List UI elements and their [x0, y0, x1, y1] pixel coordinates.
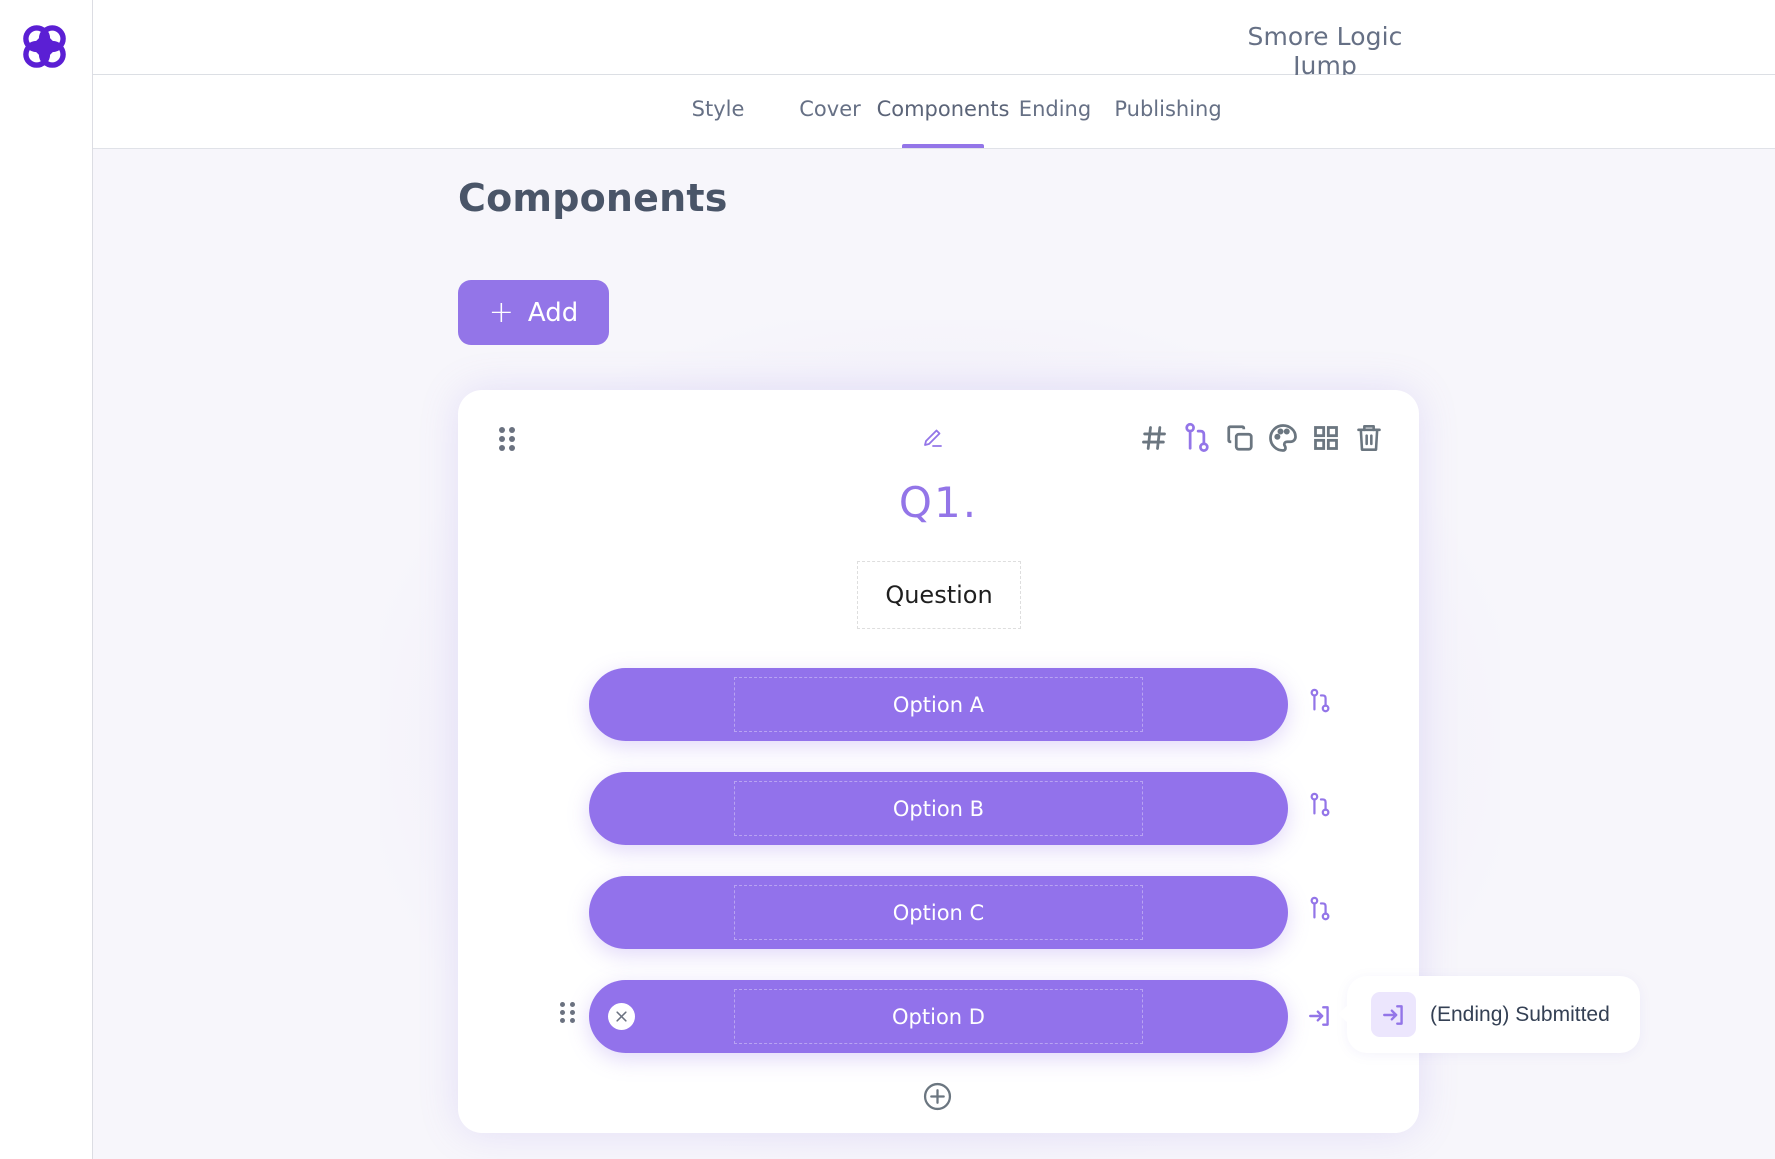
tab-style[interactable]: Style [692, 97, 745, 121]
option-label[interactable]: Option D [734, 989, 1143, 1044]
active-tab-indicator [902, 144, 984, 148]
duplicate-icon[interactable] [1224, 420, 1255, 456]
option-a[interactable]: Option A [589, 668, 1288, 741]
logic-jump-tooltip: (Ending) Submitted [1338, 976, 1640, 1053]
tab-publishing[interactable]: Publishing [1114, 97, 1221, 121]
logic-jump-icon[interactable] [1181, 420, 1212, 456]
option-label[interactable]: Option A [734, 677, 1143, 732]
tab-components[interactable]: Components [877, 97, 1010, 121]
option-label[interactable]: Option C [734, 885, 1143, 940]
jump-to-ending-icon [1382, 1004, 1403, 1025]
tab-cover[interactable]: Cover [799, 97, 861, 121]
tooltip-text: (Ending) Submitted [1430, 1002, 1610, 1026]
sidebar [0, 0, 93, 1159]
question-card: Q1. Question Option A Option B Option C … [458, 390, 1419, 1133]
card-toolbar [1138, 420, 1384, 456]
app-title: Smore Logic Jump [1247, 22, 1403, 80]
question-number: Q1. [898, 478, 979, 527]
layout-grid-icon[interactable] [1310, 420, 1341, 456]
option-label[interactable]: Option B [734, 781, 1143, 836]
palette-icon[interactable] [1267, 420, 1298, 456]
edit-pencil-icon[interactable] [921, 426, 945, 450]
option-c[interactable]: Option C [589, 876, 1288, 949]
option-b[interactable]: Option B [589, 772, 1288, 845]
remove-option-button[interactable] [608, 1003, 635, 1030]
number-icon[interactable] [1138, 420, 1169, 456]
trash-icon[interactable] [1353, 420, 1384, 456]
question-text-field[interactable]: Question [857, 561, 1021, 629]
tab-bar: Style Cover Components Ending Publishing [93, 75, 1775, 149]
close-icon [616, 1011, 627, 1022]
logic-jump-icon[interactable] [1307, 688, 1333, 714]
jump-to-ending-icon[interactable] [1307, 1003, 1333, 1029]
logic-jump-icon[interactable] [1307, 792, 1333, 818]
add-option-icon[interactable] [923, 1082, 952, 1111]
option-d[interactable]: Option D [589, 980, 1288, 1053]
top-bar: Smore Logic Jump [93, 0, 1775, 80]
tab-ending[interactable]: Ending [1019, 97, 1091, 121]
card-drag-handle-icon[interactable] [499, 427, 515, 451]
option-drag-handle-icon[interactable] [560, 1002, 576, 1023]
smore-logo-icon[interactable] [21, 23, 68, 70]
page-title: Components [458, 176, 728, 220]
logic-jump-icon[interactable] [1307, 896, 1333, 922]
tooltip-icon-container [1371, 992, 1416, 1037]
